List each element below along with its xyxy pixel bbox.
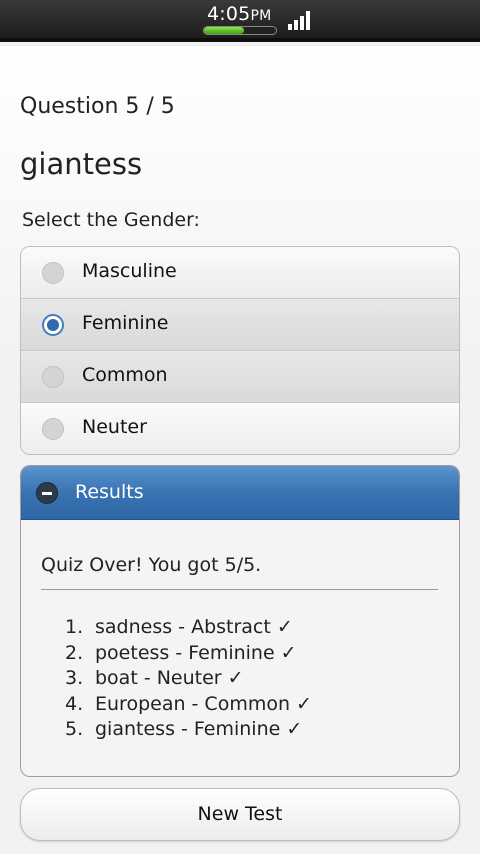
radio-selected-icon[interactable] (42, 314, 64, 336)
results-panel: Results Quiz Over! You got 5/5. 1. sadnes… (20, 465, 460, 777)
radio-icon[interactable] (42, 366, 64, 388)
option-feminine[interactable]: Feminine (21, 299, 459, 351)
divider (41, 589, 438, 590)
option-label: Masculine (82, 260, 177, 282)
results-list: 1. sadness - Abstract ✓ 2. poetess - Femini… (65, 615, 312, 743)
radio-icon[interactable] (42, 262, 64, 284)
option-label: Neuter (82, 416, 147, 438)
quiz-page: Question 5 / 5 giantess Select the Gende… (0, 46, 480, 854)
option-label: Common (82, 364, 168, 386)
collapse-icon[interactable] (36, 482, 58, 504)
checkmark-icon: ✓ (286, 718, 303, 740)
gender-options: Masculine Feminine Common Neuter (20, 246, 460, 455)
signal-icon (288, 11, 310, 30)
option-neuter[interactable]: Neuter (21, 403, 459, 454)
status-bar: 4:05PM (0, 0, 480, 42)
quiz-summary: Quiz Over! You got 5/5. (41, 554, 262, 576)
list-item: 5. giantess - Feminine ✓ (65, 718, 303, 740)
list-item: 1. sadness - Abstract ✓ (65, 616, 293, 638)
battery-icon (203, 26, 277, 35)
checkmark-icon: ✓ (227, 667, 244, 689)
gender-prompt: Select the Gender: (22, 209, 200, 231)
list-item: 4. European - Common ✓ (65, 692, 312, 715)
checkmark-icon: ✓ (280, 641, 297, 664)
list-item: 2. poetess - Feminine ✓ (65, 641, 297, 664)
list-item: 3. boat - Neuter ✓ (65, 667, 244, 689)
quiz-word: giantess (20, 147, 143, 181)
option-common[interactable]: Common (21, 351, 459, 403)
checkmark-icon: ✓ (276, 616, 293, 638)
results-header[interactable]: Results (21, 466, 459, 520)
new-test-button[interactable]: New Test (20, 788, 460, 841)
option-masculine[interactable]: Masculine (21, 247, 459, 299)
question-counter: Question 5 / 5 (20, 94, 175, 119)
results-title: Results (75, 481, 144, 503)
clock: 4:05PM (207, 3, 272, 25)
option-label: Feminine (82, 312, 169, 334)
radio-icon[interactable] (42, 418, 64, 440)
checkmark-icon: ✓ (296, 692, 312, 715)
